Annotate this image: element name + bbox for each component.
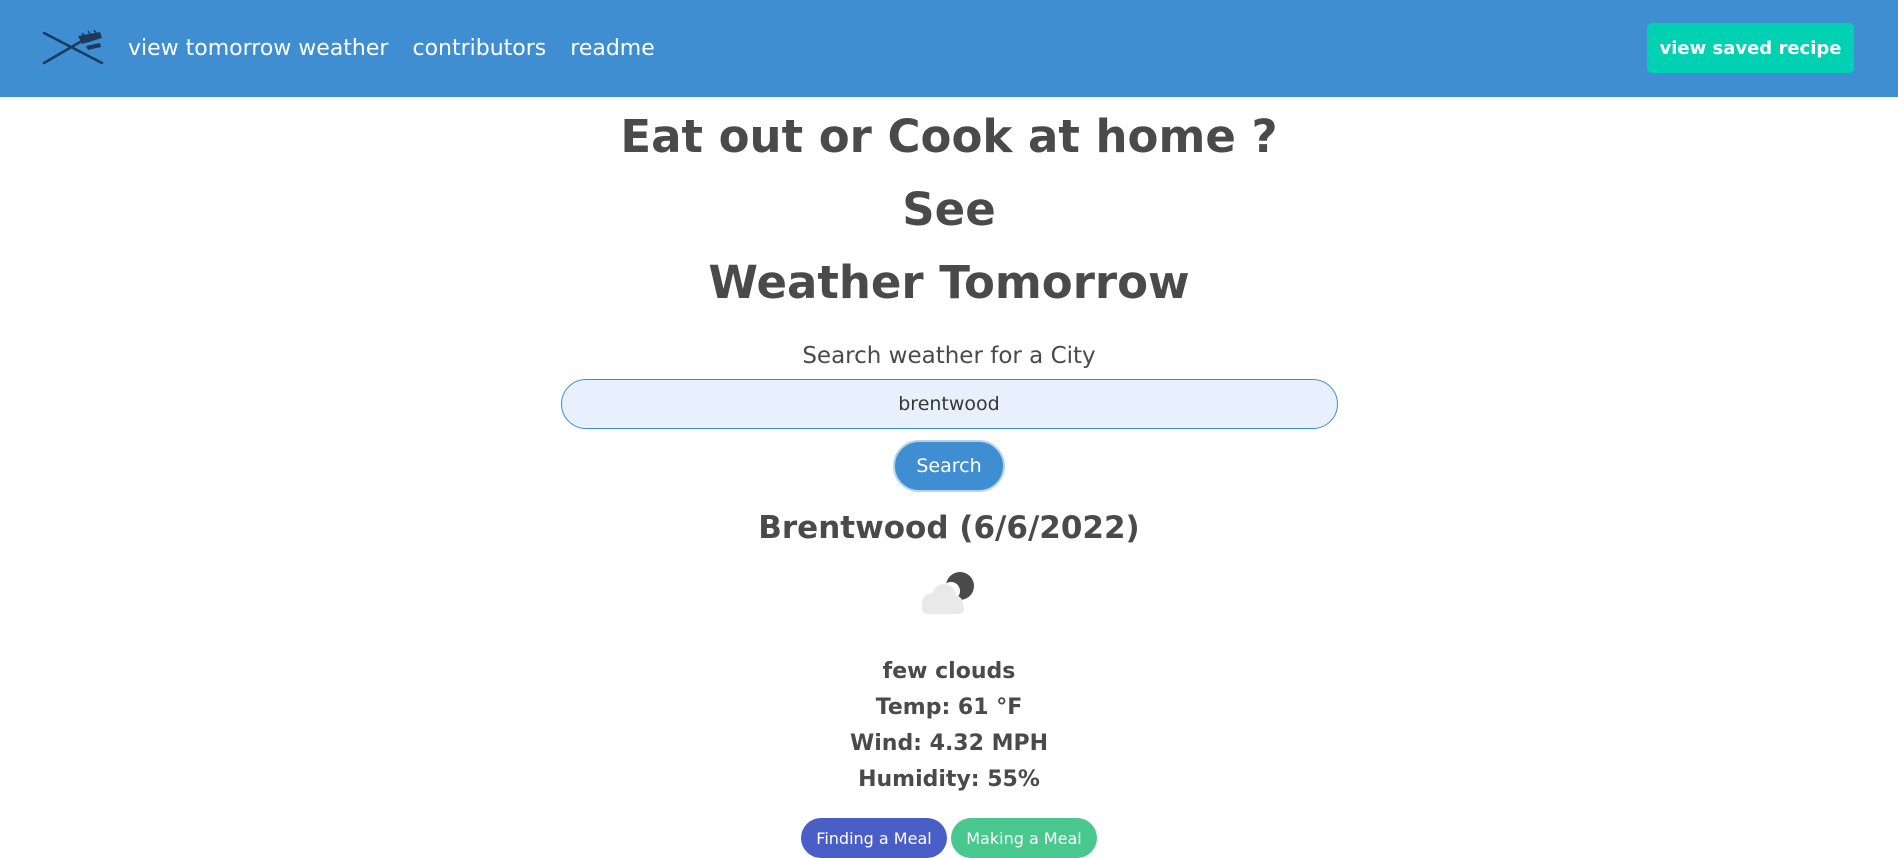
weather-wind: Wind: 4.32 MPH: [849, 731, 1049, 756]
fork-knife-logo-icon[interactable]: [42, 30, 104, 66]
main-content: Eat out or Cook at home ? See Weather To…: [0, 97, 1898, 858]
view-saved-recipe-button[interactable]: view saved recipe: [1647, 23, 1854, 73]
page-title: Eat out or Cook at home ? See Weather To…: [569, 97, 1329, 319]
nav-link-readme[interactable]: readme: [570, 36, 655, 61]
navbar: view tomorrow weather contributors readm…: [0, 0, 1898, 97]
weather-description: few clouds: [882, 659, 1016, 684]
city-date-heading: Brentwood (6/6/2022): [758, 510, 1140, 546]
weather-temp: Temp: 61 °F: [875, 695, 1023, 720]
nav-links: view tomorrow weather contributors readm…: [128, 0, 679, 97]
search-button[interactable]: Search: [893, 440, 1005, 492]
few-clouds-night-icon: [922, 572, 974, 614]
page-title-line1: Eat out or Cook at home ? See: [620, 110, 1278, 236]
weather-humidity: Humidity: 55%: [858, 767, 1040, 792]
nav-link-tomorrow-weather[interactable]: view tomorrow weather: [128, 36, 388, 61]
city-search-input[interactable]: [560, 379, 1338, 429]
search-label: Search weather for a City: [802, 343, 1096, 369]
making-a-meal-button[interactable]: Making a Meal: [951, 818, 1097, 858]
meal-buttons: Finding a Meal Making a Meal: [0, 818, 1898, 858]
page-title-line2: Weather Tomorrow: [708, 256, 1190, 309]
nav-link-contributors[interactable]: contributors: [412, 36, 546, 61]
finding-a-meal-button[interactable]: Finding a Meal: [801, 818, 947, 858]
weather-details: few clouds Temp: 61 °F Wind: 4.32 MPH Hu…: [0, 654, 1898, 798]
